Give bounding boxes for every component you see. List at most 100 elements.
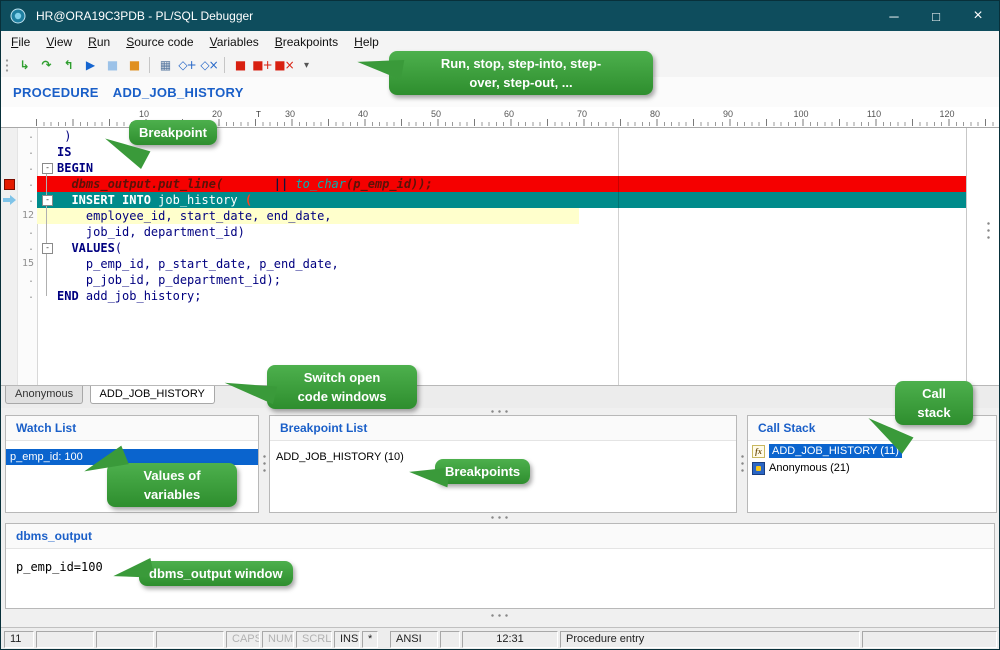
fold-guide-line	[46, 170, 47, 296]
close-button[interactable]: ×	[957, 1, 999, 31]
step-over-icon: ↷	[41, 58, 50, 72]
code-segment: (	[245, 193, 252, 207]
code-window-tabs: Anonymous ADD_JOB_HISTORY	[1, 385, 999, 408]
code-line[interactable]: END add_job_history;	[37, 288, 966, 304]
remove-watch-icon: ◇×	[200, 58, 217, 72]
evaluate-button[interactable]: ▦	[154, 55, 176, 75]
watch-list-title: Watch List	[6, 416, 258, 441]
code-line[interactable]: BEGIN	[37, 160, 966, 176]
status-scrl: SCRL	[296, 631, 332, 648]
code-line[interactable]: dbms_output.put_line( || to_char(p_emp_i…	[37, 176, 966, 192]
minimize-button[interactable]: ─	[873, 1, 915, 31]
callout-breakpoint-annotation: Breakpoint	[129, 120, 217, 145]
code-line[interactable]: p_emp_id, p_start_date, p_end_date,	[37, 256, 966, 272]
toggle-breakpoint-icon: ■	[235, 58, 245, 72]
call-stack-item[interactable]: Anonymous (21)	[748, 461, 996, 475]
grip-dots-icon	[263, 453, 266, 475]
ruler-number: 90	[713, 109, 743, 119]
toggle-breakpoint-button[interactable]: ■	[229, 55, 251, 75]
callout-breakpoints-annotation: Breakpoints	[435, 459, 530, 484]
panel-splitter[interactable]	[737, 415, 747, 513]
evaluate-icon: ▦	[160, 58, 170, 72]
delete-breakpoint-icon: ■×	[274, 58, 293, 72]
toolbar-more-button[interactable]: ▾	[295, 55, 317, 75]
breakpoint-list-title: Breakpoint List	[270, 416, 736, 441]
code-segment: END	[57, 289, 79, 303]
callout-callstack-annotation: Call stack	[895, 381, 973, 425]
anonymous-block-icon	[752, 462, 765, 475]
editor-side-splitter[interactable]	[983, 181, 993, 281]
fold-toggle-icon[interactable]: -	[42, 195, 53, 206]
procedure-name: ADD_JOB_HISTORY	[113, 85, 244, 100]
menu-view[interactable]: View	[38, 32, 80, 52]
code-line[interactable]: p_job_id, p_department_id);	[37, 272, 966, 288]
code-area[interactable]: )ISBEGIN- dbms_output.put_line( || to_ch…	[1, 128, 999, 385]
object-type-label: PROCEDURE	[13, 85, 99, 100]
menu-help[interactable]: Help	[346, 32, 387, 52]
horizontal-splitter[interactable]	[1, 513, 999, 521]
menu-file[interactable]: File	[3, 32, 38, 52]
code-line[interactable]: employee_id, start_date, end_date,	[37, 208, 579, 224]
add-breakpoint-button[interactable]: ■+	[251, 55, 273, 75]
ruler-number: 20	[202, 109, 232, 119]
ruler-number: 30	[275, 109, 305, 119]
break-button[interactable]: ■	[123, 55, 145, 75]
code-line[interactable]: INSERT INTO job_history (	[37, 192, 966, 208]
call-stack-item-label: Anonymous (21)	[769, 461, 850, 475]
code-segment: p_emp_id, p_start_date, p_end_date,	[57, 257, 339, 271]
ruler-number: 40	[348, 109, 378, 119]
maximize-button[interactable]: □	[915, 1, 957, 31]
tab-anonymous[interactable]: Anonymous	[5, 386, 83, 404]
title-bar: HR@ORA19C3PDB - PL/SQL Debugger ─ □ ×	[1, 1, 999, 31]
code-segment: VALUES	[71, 241, 114, 255]
grip-dots-icon	[489, 410, 511, 413]
step-out-button[interactable]: ↰	[57, 55, 79, 75]
toolbar-separator	[149, 57, 150, 73]
horizontal-splitter[interactable]	[1, 407, 999, 415]
delete-breakpoint-button[interactable]: ■×	[273, 55, 295, 75]
panel-splitter[interactable]	[259, 415, 269, 513]
toolbar-separator	[224, 57, 225, 73]
ruler-number: 100	[786, 109, 816, 119]
code-segment: p_job_id, p_department_id);	[57, 273, 281, 287]
stop-button[interactable]: ■	[101, 55, 123, 75]
fold-toggle-icon[interactable]: -	[42, 163, 53, 174]
menu-run[interactable]: Run	[80, 32, 118, 52]
remove-watch-button[interactable]: ◇×	[198, 55, 220, 75]
tab-add-job-history[interactable]: ADD_JOB_HISTORY	[90, 386, 215, 404]
highlight-end-line	[966, 128, 967, 385]
status-bar: 11 CAPS NUM SCRL INS * ANSI 12:31 Proced…	[1, 627, 999, 650]
menu-source-code[interactable]: Source code	[118, 32, 201, 52]
code-line[interactable]: job_id, department_id)	[37, 224, 966, 240]
add-breakpoint-icon: ■+	[252, 58, 271, 72]
add-watch-button[interactable]: ◇+	[176, 55, 198, 75]
call-stack-item[interactable]: fx ADD_JOB_HISTORY (11)	[748, 444, 996, 458]
toolbar-grip[interactable]	[5, 58, 9, 73]
grip-dots-icon	[741, 453, 744, 475]
status-message: Procedure entry	[560, 631, 860, 648]
grip-dots-icon	[489, 614, 511, 617]
menu-variables[interactable]: Variables	[202, 32, 267, 52]
run-button[interactable]: ▶	[79, 55, 101, 75]
step-into-button[interactable]: ↳	[13, 55, 35, 75]
dbms-output-title: dbms_output	[6, 524, 994, 549]
code-segment: job_history	[158, 193, 245, 207]
grip-dots-icon	[489, 516, 511, 519]
call-stack-item-label: ADD_JOB_HISTORY (11)	[769, 444, 902, 458]
horizontal-splitter[interactable]	[1, 611, 999, 619]
code-line[interactable]: IS	[37, 144, 966, 160]
callout-tabs-annotation: Switch open code windows	[267, 365, 417, 409]
step-into-icon: ↳	[19, 58, 28, 72]
step-over-button[interactable]: ↷	[35, 55, 57, 75]
menu-breakpoints[interactable]: Breakpoints	[267, 32, 346, 52]
code-segment: BEGIN	[57, 161, 93, 175]
code-segment: (p_emp_id));	[346, 177, 433, 191]
code-segment: dbms_output.put_line(	[71, 177, 223, 191]
ruler-number: 120	[932, 109, 962, 119]
code-editor[interactable]: 10 20 30 40 50 60 70 80 90 100 110 120 T…	[1, 107, 999, 385]
ruler-number: 10	[129, 109, 159, 119]
step-out-icon: ↰	[63, 58, 72, 72]
break-icon: ■	[129, 58, 139, 72]
fold-toggle-icon[interactable]: -	[42, 243, 53, 254]
code-line[interactable]: VALUES(	[37, 240, 966, 256]
